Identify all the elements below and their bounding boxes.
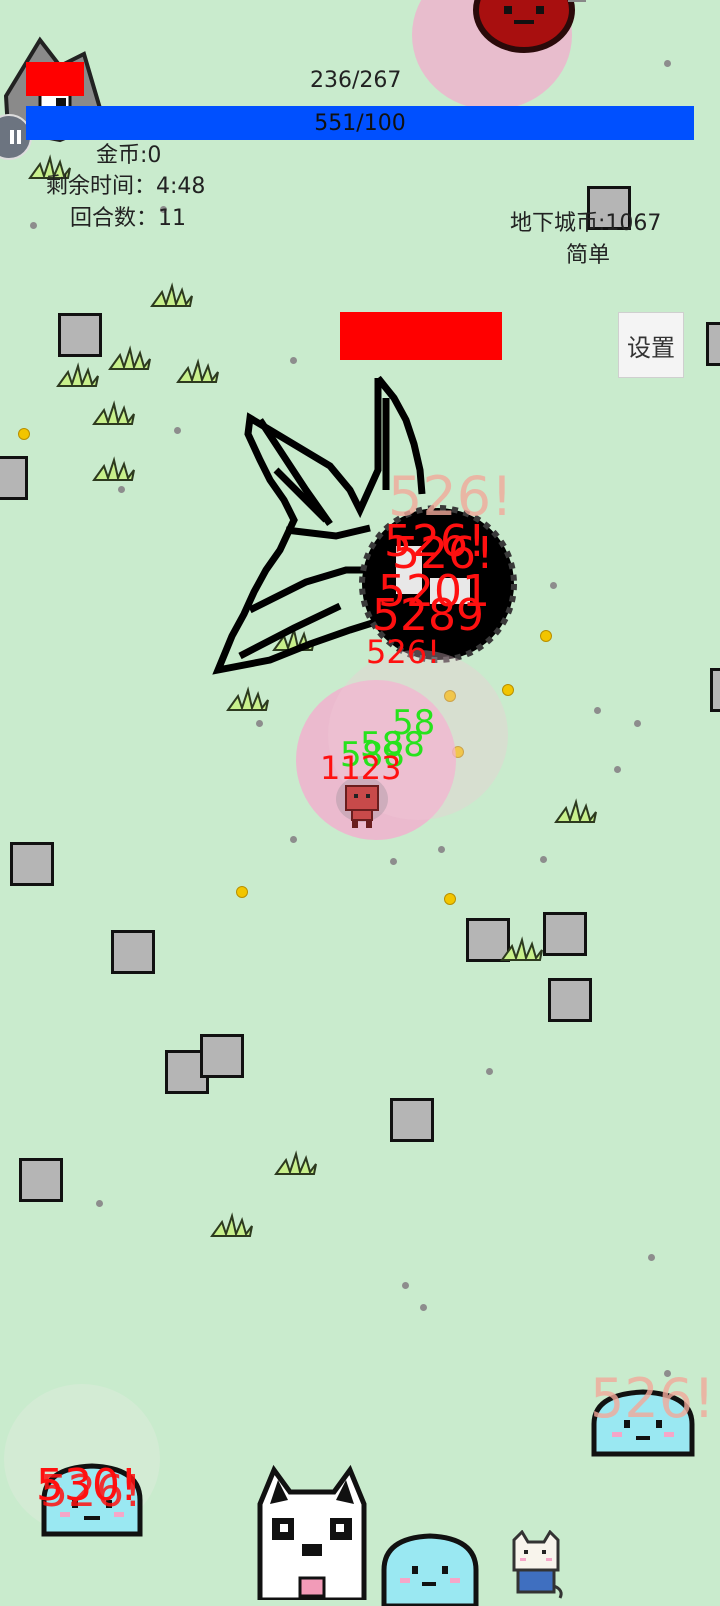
grass-icon	[210, 1212, 253, 1238]
pebble	[290, 836, 297, 843]
pebble	[648, 1254, 655, 1261]
pebble	[550, 582, 557, 589]
pebble	[174, 427, 181, 434]
stone-crate	[706, 322, 720, 366]
stone-crate	[58, 313, 102, 357]
coin-icon	[18, 428, 30, 440]
stone-crate	[390, 1098, 434, 1142]
coin-icon	[444, 893, 456, 905]
pebble	[540, 856, 547, 863]
pebble	[256, 720, 263, 727]
pebble	[420, 1304, 427, 1311]
grass-icon	[554, 798, 597, 824]
pause-icon	[9, 130, 21, 144]
grass-icon	[274, 1150, 317, 1176]
difficulty-label: 简单	[566, 243, 611, 268]
damage-number: 5289	[372, 590, 484, 641]
pebble	[594, 707, 601, 714]
xp-text: 551/100	[314, 110, 406, 136]
pebble	[402, 1282, 409, 1289]
time-remaining: 剩余时间：4:48	[46, 174, 206, 199]
enemy-hp-bar	[26, 62, 84, 96]
grass-icon	[92, 400, 135, 426]
grass-icon	[56, 362, 99, 388]
pebble	[664, 60, 671, 67]
player-hp-text: 236/267	[310, 68, 402, 93]
husky-dog-icon	[257, 1464, 367, 1600]
coin-icon	[540, 630, 552, 642]
stone-crate	[543, 912, 587, 956]
pebble	[438, 846, 445, 853]
boss-hp-bar	[340, 312, 502, 360]
stone-crate	[111, 930, 155, 974]
xp-bar: 551/100	[26, 106, 694, 140]
cyan-slime-icon	[381, 1533, 479, 1606]
pebble	[96, 1200, 103, 1207]
cat-enemy-icon	[512, 1530, 563, 1599]
pebble	[30, 222, 37, 229]
settings-button[interactable]: 设置	[618, 312, 684, 378]
pebble	[634, 720, 641, 727]
red-hero-icon	[345, 785, 379, 828]
stone-crate	[19, 1158, 63, 1202]
dungeon-coins: 地下城币:1067	[510, 211, 662, 236]
stone-crate	[200, 1034, 244, 1078]
damage-number-player: 1123	[320, 749, 402, 787]
stone-crate	[0, 456, 28, 500]
damage-number: 526!	[366, 633, 440, 671]
pebble	[614, 766, 621, 773]
stone-crate	[548, 978, 592, 1022]
pebble	[390, 858, 397, 865]
grass-icon	[108, 345, 151, 371]
grass-icon	[92, 456, 135, 482]
damage-number: 526!	[40, 1466, 142, 1517]
pebble	[486, 1068, 493, 1075]
red-blob-enemy-icon	[473, 0, 586, 53]
pebble	[290, 357, 297, 364]
damage-number-faded: 526!	[590, 1367, 715, 1430]
grass-icon	[500, 936, 543, 962]
stone-crate	[10, 842, 54, 886]
grass-icon	[150, 282, 193, 308]
coin-count: 金币:0	[96, 143, 162, 168]
coin-icon	[236, 886, 248, 898]
stone-crate	[710, 668, 720, 712]
round-count: 回合数：11	[70, 206, 186, 231]
pebble	[118, 486, 125, 493]
